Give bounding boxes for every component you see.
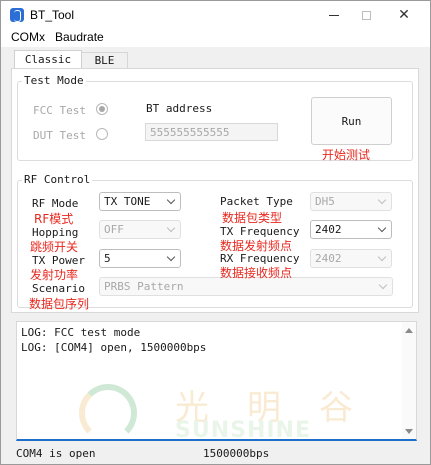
rf-mode-value: TX TONE <box>104 195 151 208</box>
scenario-label: Scenario <box>32 282 85 295</box>
chevron-down-icon <box>377 195 387 205</box>
rx-frequency-annotation: 数据接收频点 <box>220 266 293 280</box>
status-baud: 1500000bps <box>203 447 270 460</box>
chevron-down-icon <box>378 280 388 290</box>
window-title: BT_Tool <box>30 8 75 22</box>
tab-classic[interactable]: Classic <box>14 50 82 68</box>
bluetooth-app-icon <box>10 8 24 22</box>
minimize-icon <box>329 14 339 16</box>
tx-frequency-value: 2402 <box>315 223 342 236</box>
fcc-test-radio[interactable] <box>96 103 108 115</box>
scenario-annotation: 数据包序列 <box>29 297 90 311</box>
classic-tab-panel: Test Mode FCC Test DUT Test BT address 5… <box>11 68 419 313</box>
packet-type-annotation: 数据包类型 <box>222 211 283 225</box>
maximize-icon <box>361 10 371 20</box>
chevron-down-icon <box>166 252 176 262</box>
scroll-up-icon[interactable] <box>405 328 413 333</box>
rf-mode-annotation: RF模式 <box>34 212 74 226</box>
watermark-en-text: SUNSHINE SILICON <box>175 418 312 441</box>
scroll-down-icon[interactable] <box>405 429 413 434</box>
tx-power-value: 5 <box>104 252 111 265</box>
packet-type-select[interactable]: DH5 <box>310 192 392 211</box>
company-watermark: 光明谷 SUNSHINE SILICON <box>79 380 416 441</box>
bt-address-input[interactable]: 555555555555 <box>145 123 278 141</box>
log-line: LOG: [COM4] open, 1500000bps <box>21 341 207 354</box>
menu-bar: COMx Baudrate <box>1 29 430 47</box>
log-line: LOG: FCC test mode <box>21 326 141 339</box>
rx-frequency-value: 2402 <box>315 252 342 265</box>
hopping-value: OFF <box>104 223 124 236</box>
packet-type-value: DH5 <box>315 195 335 208</box>
packet-type-label: Packet Type <box>220 195 293 208</box>
rf-control-label: RF Control <box>22 173 93 186</box>
rx-frequency-select[interactable]: 2402 <box>310 249 392 268</box>
run-button[interactable]: Run <box>311 97 392 145</box>
hopping-annotation: 跳频开关 <box>30 240 79 254</box>
chevron-down-icon <box>377 252 387 262</box>
chevron-down-icon <box>166 195 176 205</box>
bt-address-label: BT address <box>146 102 213 115</box>
dut-test-label: DUT Test <box>33 129 86 142</box>
title-bar[interactable]: BT_Tool ✕ <box>1 1 430 29</box>
chevron-down-icon <box>377 223 387 233</box>
close-icon: ✕ <box>398 7 410 23</box>
status-port: COM4 is open <box>16 447 96 460</box>
log-output[interactable]: 光明谷 SUNSHINE SILICON LOG: FCC test mode … <box>16 321 417 441</box>
chevron-down-icon <box>166 223 176 233</box>
tx-frequency-select[interactable]: 2402 <box>310 220 392 239</box>
test-mode-label: Test Mode <box>22 74 86 87</box>
close-button[interactable]: ✕ <box>389 5 419 25</box>
tx-power-select[interactable]: 5 <box>99 249 181 268</box>
scenario-value: PRBS Pattern <box>104 280 184 293</box>
app-window: BT_Tool ✕ COMx Baudrate Classic BLE Test… <box>0 0 431 465</box>
menu-comx[interactable]: COMx <box>11 30 45 44</box>
tx-power-annotation: 发射功率 <box>30 268 79 282</box>
maximize-button[interactable] <box>351 5 381 25</box>
menu-baudrate[interactable]: Baudrate <box>55 30 104 44</box>
dut-test-radio[interactable] <box>96 128 108 140</box>
rf-mode-label: RF Mode <box>32 197 79 210</box>
hopping-select[interactable]: OFF <box>99 220 181 239</box>
fcc-test-label: FCC Test <box>33 104 86 117</box>
run-annotation: 开始测试 <box>322 148 371 162</box>
minimize-button[interactable] <box>319 5 349 25</box>
watermark-logo-icon <box>79 384 137 439</box>
tab-ble[interactable]: BLE <box>82 52 128 68</box>
log-scrollbar[interactable] <box>402 322 416 439</box>
rf-mode-select[interactable]: TX TONE <box>99 192 181 211</box>
